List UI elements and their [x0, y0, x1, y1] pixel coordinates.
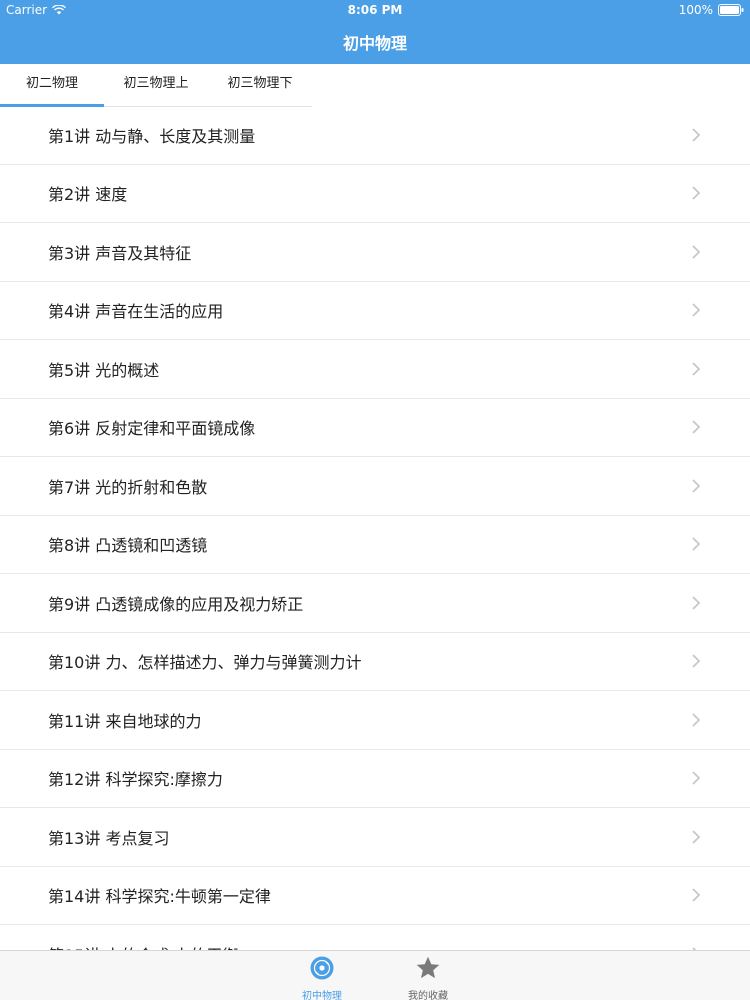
lesson-item[interactable]: 第10讲 力、怎样描述力、弹力与弹簧测力计 [0, 633, 750, 691]
navigation-header: Carrier 8:06 PM 100% 初中物理 [0, 0, 750, 64]
chevron-right-icon [692, 830, 701, 844]
page-title: 初中物理 [342, 34, 407, 53]
star-icon [416, 956, 440, 979]
bottom-tab-bar: 初中物理 我的收藏 [0, 950, 750, 1000]
lesson-item[interactable]: 第9讲 凸透镜成像的应用及视力矫正 [0, 574, 750, 633]
lesson-item[interactable]: 第7讲 光的折射和色散 [0, 457, 750, 516]
chevron-right-icon [692, 888, 701, 902]
lesson-item[interactable]: 第15讲 力的合成 力的平衡 [0, 925, 750, 950]
chevron-right-icon [692, 479, 701, 493]
lesson-title: 第3讲 声音及其特征 [48, 243, 192, 263]
tab-grade9-part1[interactable]: 初三物理上 [104, 64, 208, 106]
lesson-item[interactable]: 第2讲 速度 [0, 165, 750, 223]
tab-grade8[interactable]: 初二物理 [0, 64, 104, 107]
lesson-title: 第4讲 声音在生活的应用 [48, 302, 224, 322]
lesson-title: 第10讲 力、怎样描述力、弹力与弹簧测力计 [48, 653, 362, 673]
lesson-item[interactable]: 第4讲 声音在生活的应用 [0, 282, 750, 340]
lesson-title: 第8讲 凸透镜和凹透镜 [48, 536, 208, 556]
chevron-right-icon [692, 362, 701, 376]
battery-icon [718, 4, 744, 16]
chevron-right-icon [692, 245, 701, 259]
lesson-title: 第13讲 考点复习 [48, 828, 170, 848]
lesson-title: 第9讲 凸透镜成像的应用及视力矫正 [48, 594, 304, 614]
lesson-item[interactable]: 第1讲 动与静、长度及其测量 [0, 106, 750, 165]
lesson-item[interactable]: 第12讲 科学探究:摩擦力 [0, 750, 750, 808]
tab-bar-favorites-label: 我的收藏 [408, 991, 448, 1000]
status-bar: Carrier 8:06 PM 100% [0, 0, 750, 20]
lesson-item[interactable]: 第3讲 声音及其特征 [0, 223, 750, 282]
status-time: 8:06 PM [347, 3, 403, 17]
lesson-title: 第2讲 速度 [48, 185, 128, 205]
lesson-item[interactable]: 第11讲 来自地球的力 [0, 691, 750, 750]
chevron-right-icon [692, 186, 701, 200]
lesson-item[interactable]: 第6讲 反射定律和平面镜成像 [0, 399, 750, 457]
lesson-title: 第12讲 科学探究:摩擦力 [48, 770, 223, 790]
disc-icon [310, 956, 334, 980]
lesson-title: 第5讲 光的概述 [48, 360, 160, 380]
chevron-right-icon [692, 303, 701, 317]
lesson-item[interactable]: 第14讲 科学探究:牛顿第一定律 [0, 867, 750, 925]
chevron-right-icon [692, 420, 701, 434]
tab-bar-physics-label: 初中物理 [302, 991, 342, 1000]
tab-bar-physics[interactable]: 初中物理 [292, 955, 352, 1000]
app-window: Carrier 8:06 PM 100% 初中物理 初二物理 初三物理上 初三物… [0, 0, 750, 1000]
chevron-right-icon [692, 713, 701, 727]
tab-grade9-part2[interactable]: 初三物理下 [208, 64, 312, 106]
chevron-right-icon [692, 596, 701, 610]
lesson-item[interactable]: 第5讲 光的概述 [0, 340, 750, 399]
status-right: 100% [679, 3, 744, 17]
lesson-item[interactable]: 第13讲 考点复习 [0, 808, 750, 867]
lesson-title: 第14讲 科学探究:牛顿第一定律 [48, 887, 271, 907]
lesson-title: 第7讲 光的折射和色散 [48, 477, 208, 497]
chevron-right-icon [692, 128, 701, 142]
lesson-item[interactable]: 第8讲 凸透镜和凹透镜 [0, 516, 750, 574]
chevron-right-icon [692, 771, 701, 785]
lesson-title: 第15讲 力的合成 力的平衡 [48, 942, 239, 950]
lesson-title: 第1讲 动与静、长度及其测量 [48, 126, 256, 146]
chevron-right-icon [692, 537, 701, 551]
lesson-title: 第6讲 反射定律和平面镜成像 [48, 419, 256, 439]
lesson-title: 第11讲 来自地球的力 [48, 711, 202, 731]
tab-bar-favorites[interactable]: 我的收藏 [398, 955, 458, 1000]
lesson-list: 第1讲 动与静、长度及其测量 第2讲 速度 第3讲 声音及其特征 第4讲 声音在… [0, 106, 750, 950]
battery-percent: 100% [678, 3, 713, 17]
grade-tabs: 初二物理 初三物理上 初三物理下 [0, 64, 312, 107]
chevron-right-icon [692, 654, 701, 668]
